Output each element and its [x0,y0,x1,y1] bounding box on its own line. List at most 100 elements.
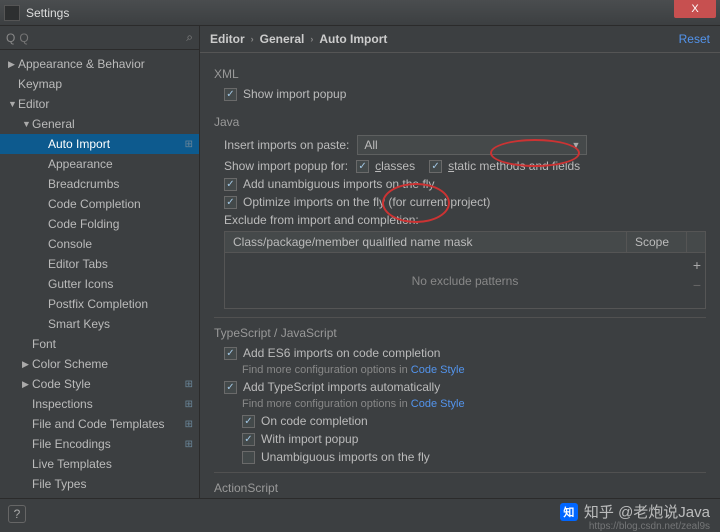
config-icon: ⊞ [185,379,193,390]
es6-imports-label: Add ES6 imports on code completion [243,346,440,360]
tree-item-live-templates[interactable]: Live Templates [0,454,199,474]
search-bar: Q ⌕ [0,26,199,50]
ts-auto-checkbox[interactable] [224,381,237,394]
tree-label: Auto Import [48,137,110,151]
tree-label: Appearance & Behavior [18,57,145,71]
tree-item-appearance[interactable]: Appearance [0,154,199,174]
search-icon: Q [6,31,15,45]
static-label: static methods and fields [448,159,580,173]
classes-checkbox[interactable] [356,160,369,173]
insert-imports-label: Insert imports on paste: [224,138,349,152]
tree-item-code-style[interactable]: ▶Code Style⊞ [0,374,199,394]
xml-show-popup-checkbox[interactable] [224,88,237,101]
with-popup-checkbox[interactable] [242,433,255,446]
on-completion-checkbox[interactable] [242,415,255,428]
tree-item-file-types[interactable]: File Types [0,474,199,494]
tree-item-postfix-completion[interactable]: Postfix Completion [0,294,199,314]
tree-item-appearance-behavior[interactable]: ▶Appearance & Behavior [0,54,199,74]
tree-item-code-folding[interactable]: Code Folding [0,214,199,234]
tree-item-keymap[interactable]: Keymap [0,74,199,94]
remove-exclude-button[interactable]: − [693,277,701,293]
tree-item-console[interactable]: Console [0,234,199,254]
tree-item-file-encodings[interactable]: File Encodings⊞ [0,434,199,454]
tree-label: Editor [18,97,49,111]
static-checkbox[interactable] [429,160,442,173]
tree-label: Gutter Icons [48,277,113,291]
close-button[interactable]: X [674,0,716,18]
sidebar: Q ⌕ ▶Appearance & BehaviorKeymap▼Editor▼… [0,26,200,498]
help-button[interactable]: ? [8,505,26,523]
tree-label: General [32,117,75,131]
tree-item-color-scheme[interactable]: ▶Color Scheme [0,354,199,374]
tree-label: Editor Tabs [48,257,108,271]
tree-item-smart-keys[interactable]: Smart Keys [0,314,199,334]
exclude-table: Class/package/member qualified name mask… [224,231,706,309]
tree-label: File Types [32,477,86,491]
chevron-down-icon: ▼ [571,140,580,150]
tree-item-auto-import[interactable]: Auto Import ⊞ [0,134,199,154]
config-icon: ⊞ [185,399,193,410]
tree-label: Font [32,337,56,351]
tree-label: Postfix Completion [48,297,148,311]
settings-tree: ▶Appearance & BehaviorKeymap▼Editor▼Gene… [0,50,199,498]
section-actionscript: ActionScript [214,481,706,495]
tree-arrow-icon: ▶ [22,359,32,370]
optimize-imports-checkbox[interactable] [224,196,237,209]
xml-show-popup-label: Show import popup [243,87,346,101]
exclude-col-mask: Class/package/member qualified name mask [225,232,627,252]
tree-label: Inspections [32,397,93,411]
tree-item-general[interactable]: ▼General [0,114,199,134]
tree-label: Code Completion [48,197,141,211]
tree-item-file-and-code-templates[interactable]: File and Code Templates⊞ [0,414,199,434]
tree-label: File and Code Templates [32,417,165,431]
tree-label: Android Layout Editor [32,497,147,498]
with-popup-label: With import popup [261,432,358,446]
app-icon [4,5,20,21]
search-filter-icon[interactable]: ⌕ [186,30,193,45]
content-panel: Editor › General › Auto Import Reset XML… [200,26,720,498]
tree-item-android-layout-editor[interactable]: Android Layout Editor [0,494,199,498]
tree-label: Console [48,237,92,251]
settings-form: XML Show import popup Java Insert import… [200,53,720,498]
insert-imports-select[interactable]: All ▼ [357,135,587,155]
tree-label: Keymap [18,77,62,91]
tree-arrow-icon: ▶ [22,379,32,390]
tree-arrow-icon: ▼ [8,99,18,109]
breadcrumb: Editor › General › Auto Import Reset [200,26,720,53]
popup-for-label: Show import popup for: [224,159,348,173]
divider [214,472,706,473]
window-title: Settings [26,6,674,20]
exclude-label: Exclude from import and completion: [224,213,419,227]
reset-link[interactable]: Reset [679,32,710,46]
config-icon: ⊞ [185,139,193,150]
es6-hint: Find more configuration options in Code … [242,364,706,376]
exclude-empty-text: No exclude patterns [412,274,519,288]
tree-item-gutter-icons[interactable]: Gutter Icons [0,274,199,294]
divider [214,317,706,318]
section-xml: XML [214,67,706,81]
tree-item-editor-tabs[interactable]: Editor Tabs [0,254,199,274]
search-input[interactable] [19,31,186,45]
tree-label: Live Templates [32,457,112,471]
tree-item-editor[interactable]: ▼Editor [0,94,199,114]
ts-hint: Find more configuration options in Code … [242,398,706,410]
crumb-general[interactable]: General [260,32,305,46]
tree-item-font[interactable]: Font [0,334,199,354]
tree-label: Code Folding [48,217,119,231]
crumb-editor[interactable]: Editor [210,32,245,46]
unambiguous-fly-checkbox[interactable] [242,451,255,464]
insert-imports-value: All [364,138,377,152]
tree-item-code-completion[interactable]: Code Completion [0,194,199,214]
code-style-link-2[interactable]: Code Style [411,398,465,410]
code-style-link[interactable]: Code Style [411,364,465,376]
es6-imports-checkbox[interactable] [224,347,237,360]
tree-item-inspections[interactable]: Inspections ⊞ [0,394,199,414]
add-unambiguous-checkbox[interactable] [224,178,237,191]
tree-arrow-icon: ▼ [22,119,32,129]
chevron-right-icon: › [251,34,254,44]
tree-item-breadcrumbs[interactable]: Breadcrumbs [0,174,199,194]
config-icon: ⊞ [185,439,193,450]
tree-arrow-icon: ▶ [8,59,18,70]
unambiguous-fly-label: Unambiguous imports on the fly [261,450,430,464]
add-exclude-button[interactable]: + [693,257,701,273]
